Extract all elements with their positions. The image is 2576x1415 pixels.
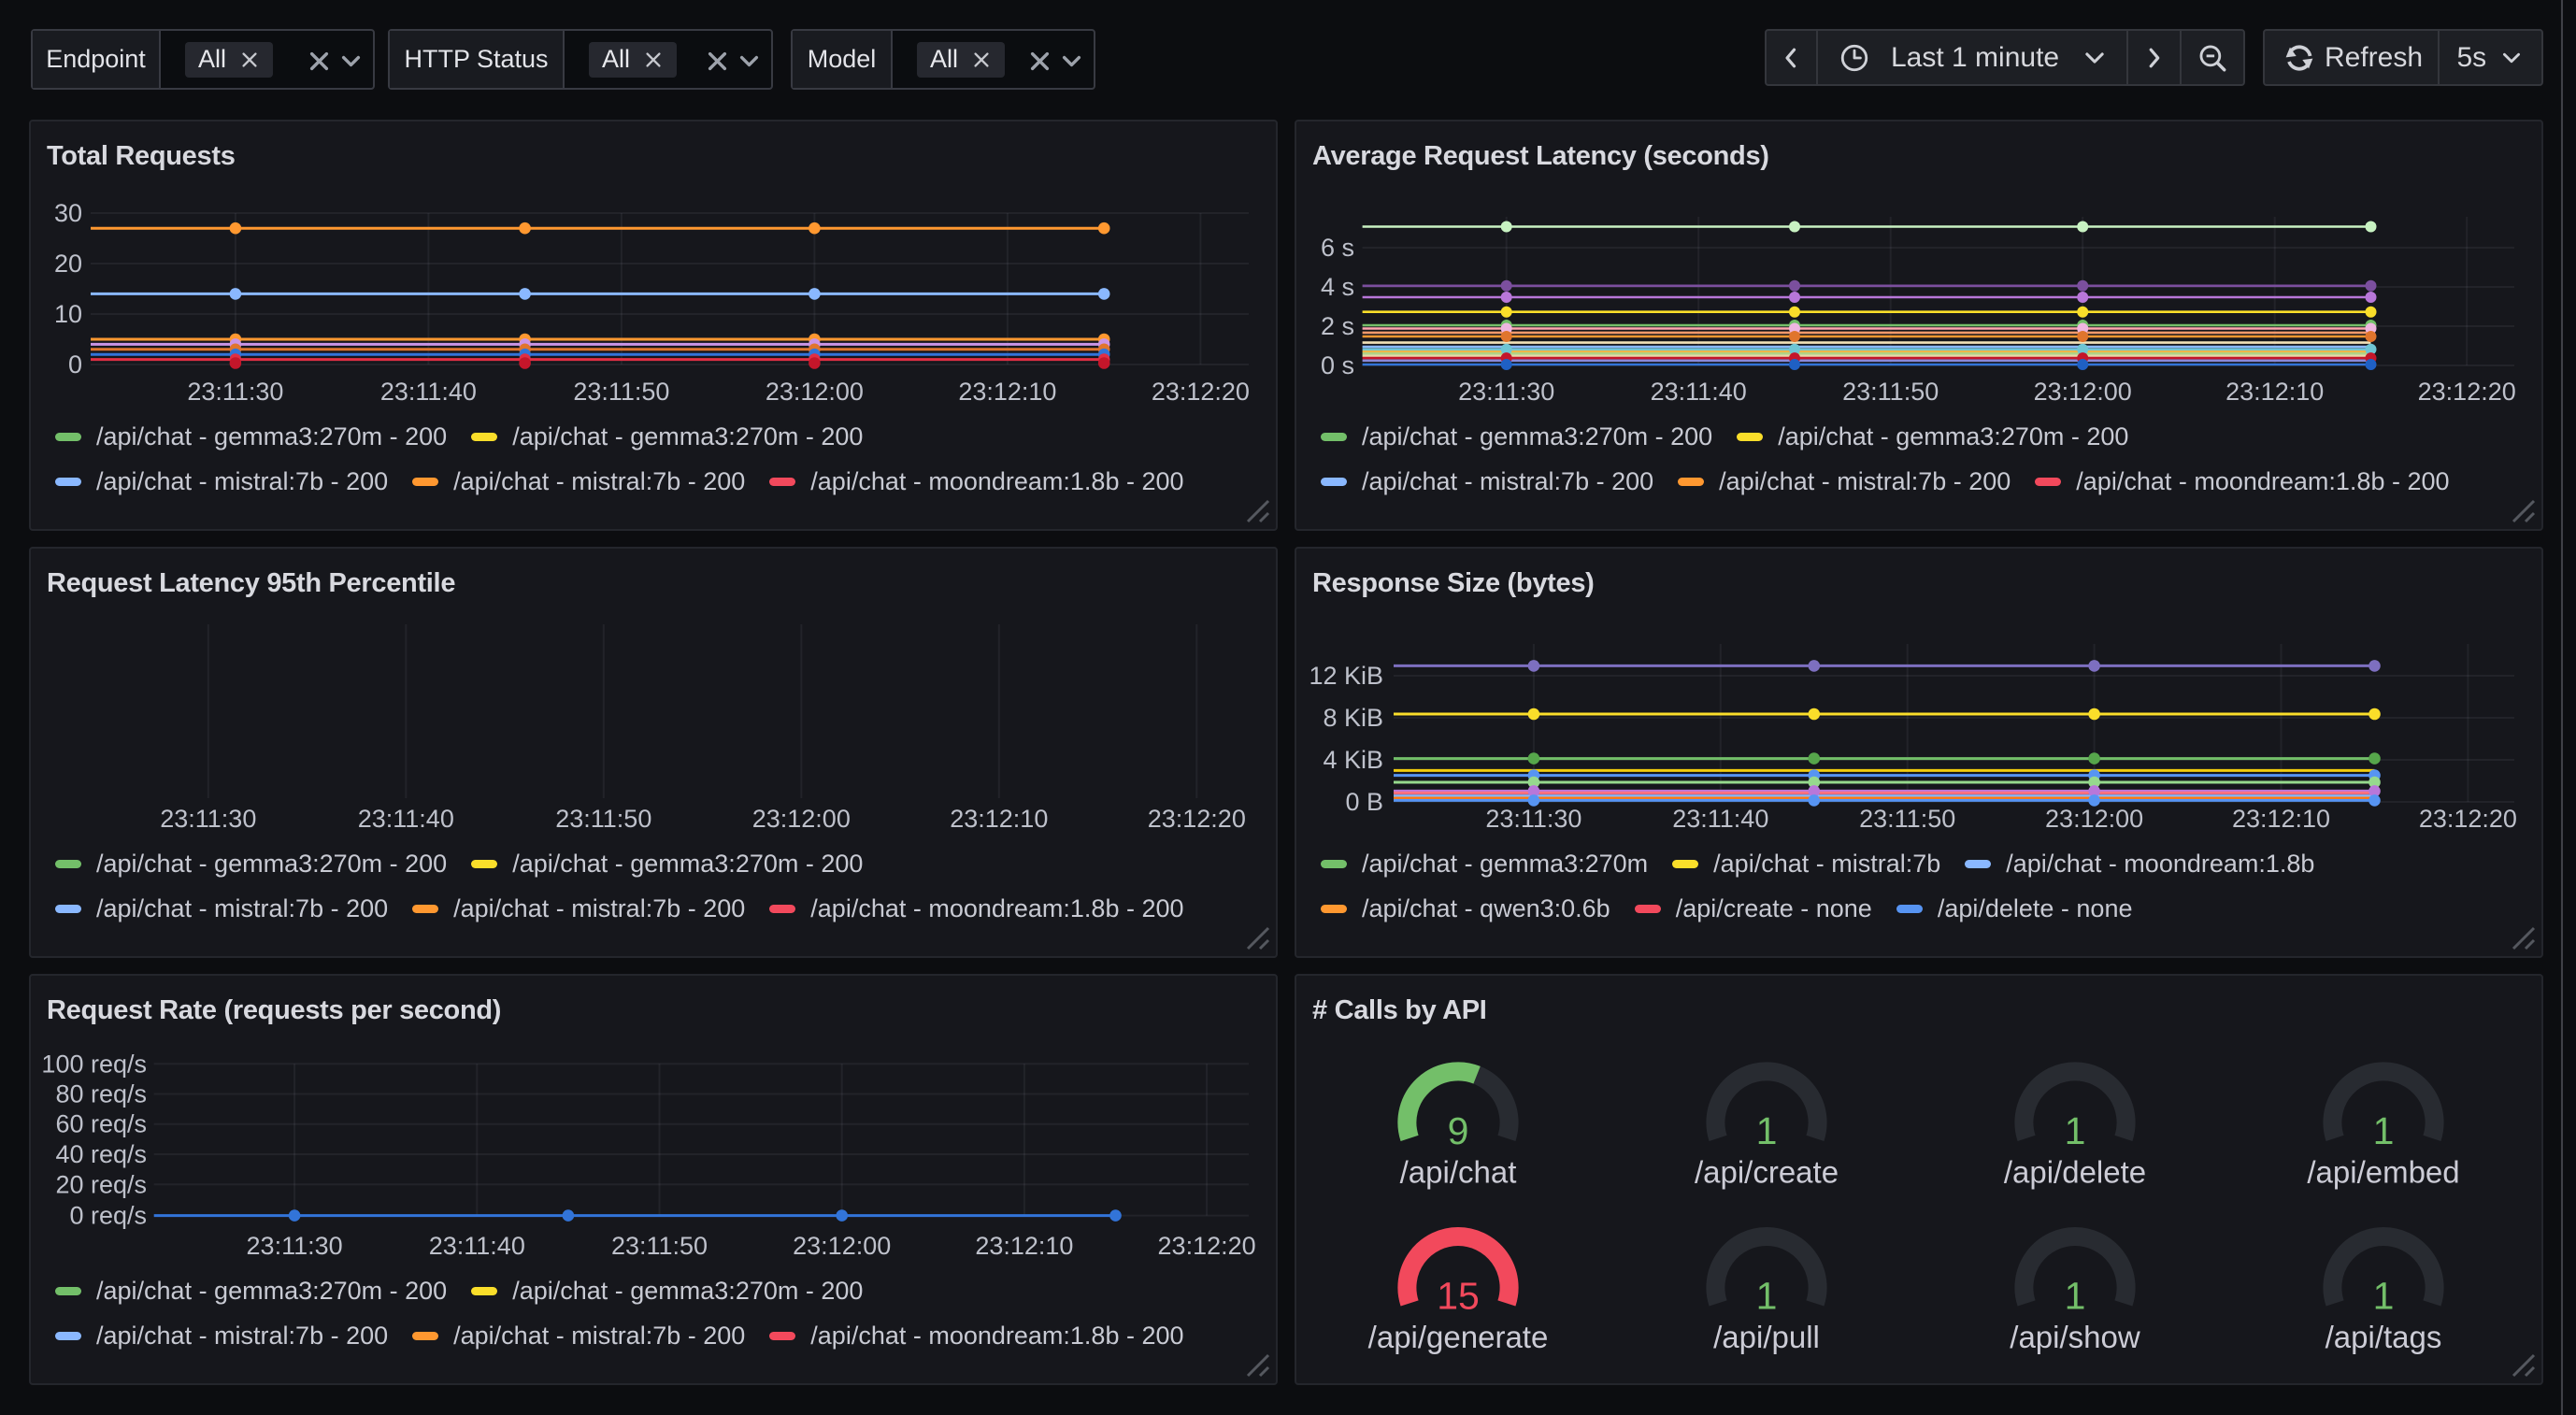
svg-text:23:12:00: 23:12:00	[2045, 805, 2143, 833]
svg-text:1: 1	[2065, 1109, 2086, 1152]
svg-text:4 s: 4 s	[1321, 273, 1354, 301]
svg-text:23:11:50: 23:11:50	[611, 1232, 708, 1260]
svg-text:23:12:10: 23:12:10	[2225, 378, 2324, 406]
svg-text:1: 1	[1756, 1275, 1778, 1318]
svg-text:23:11:30: 23:11:30	[1485, 805, 1581, 833]
svg-text:15: 15	[1437, 1275, 1480, 1318]
svg-text:23:12:00: 23:12:00	[752, 805, 851, 833]
svg-text:23:11:40: 23:11:40	[380, 378, 477, 406]
svg-text:2 s: 2 s	[1321, 312, 1354, 340]
svg-text:/api/show: /api/show	[2010, 1320, 2140, 1354]
svg-text:/api/pull: /api/pull	[1713, 1320, 1820, 1354]
svg-text:23:11:50: 23:11:50	[555, 805, 651, 833]
svg-text:/api/delete: /api/delete	[2004, 1155, 2146, 1190]
svg-text:/api/generate: /api/generate	[1368, 1320, 1549, 1354]
svg-text:23:12:00: 23:12:00	[793, 1232, 891, 1260]
svg-text:23:12:20: 23:12:20	[1148, 805, 1246, 833]
svg-text:100 req/s: 100 req/s	[41, 1050, 147, 1078]
svg-text:1: 1	[2373, 1109, 2395, 1152]
svg-text:23:11:30: 23:11:30	[1458, 378, 1554, 406]
svg-text:23:11:50: 23:11:50	[573, 378, 669, 406]
svg-text:23:12:20: 23:12:20	[1152, 378, 1250, 406]
svg-text:23:11:40: 23:11:40	[429, 1232, 525, 1260]
svg-text:40 req/s: 40 req/s	[55, 1140, 147, 1168]
svg-text:23:12:00: 23:12:00	[766, 378, 864, 406]
svg-text:6 s: 6 s	[1321, 234, 1354, 262]
svg-text:30: 30	[54, 199, 82, 227]
svg-text:0 B: 0 B	[1345, 788, 1383, 816]
svg-text:80 req/s: 80 req/s	[55, 1080, 147, 1108]
svg-text:/api/tags: /api/tags	[2326, 1320, 2442, 1354]
svg-text:12 KiB: 12 KiB	[1309, 662, 1383, 690]
svg-text:23:11:40: 23:11:40	[358, 805, 454, 833]
svg-text:/api/embed: /api/embed	[2307, 1155, 2459, 1190]
svg-text:23:12:10: 23:12:10	[950, 805, 1048, 833]
svg-text:1: 1	[2065, 1275, 2086, 1318]
svg-text:9: 9	[1448, 1109, 1469, 1152]
svg-text:10: 10	[54, 300, 82, 328]
svg-text:1: 1	[2373, 1275, 2395, 1318]
svg-text:8 KiB: 8 KiB	[1323, 704, 1383, 732]
svg-text:20 req/s: 20 req/s	[55, 1170, 147, 1198]
svg-text:23:11:30: 23:11:30	[160, 805, 256, 833]
svg-text:23:12:20: 23:12:20	[1158, 1232, 1256, 1260]
svg-text:23:11:30: 23:11:30	[187, 378, 283, 406]
svg-text:23:12:00: 23:12:00	[2034, 378, 2132, 406]
svg-text:23:12:10: 23:12:10	[2232, 805, 2330, 833]
svg-text:0 s: 0 s	[1321, 351, 1354, 379]
svg-text:23:11:50: 23:11:50	[1842, 378, 1939, 406]
svg-text:23:11:40: 23:11:40	[1651, 378, 1747, 406]
svg-text:0: 0	[68, 350, 82, 379]
svg-text:1: 1	[1756, 1109, 1778, 1152]
svg-text:4 KiB: 4 KiB	[1323, 746, 1383, 774]
svg-text:20: 20	[54, 250, 82, 278]
svg-text:/api/create: /api/create	[1695, 1155, 1839, 1190]
svg-text:23:11:30: 23:11:30	[247, 1232, 343, 1260]
svg-text:23:11:40: 23:11:40	[1672, 805, 1768, 833]
svg-text:23:12:20: 23:12:20	[2418, 378, 2516, 406]
svg-text:23:12:20: 23:12:20	[2419, 805, 2517, 833]
svg-text:23:12:10: 23:12:10	[975, 1232, 1073, 1260]
svg-text:0 req/s: 0 req/s	[69, 1202, 147, 1230]
svg-text:60 req/s: 60 req/s	[55, 1110, 147, 1138]
svg-text:/api/chat: /api/chat	[1400, 1155, 1517, 1190]
svg-text:23:12:10: 23:12:10	[958, 378, 1056, 406]
svg-text:23:11:50: 23:11:50	[1859, 805, 1955, 833]
